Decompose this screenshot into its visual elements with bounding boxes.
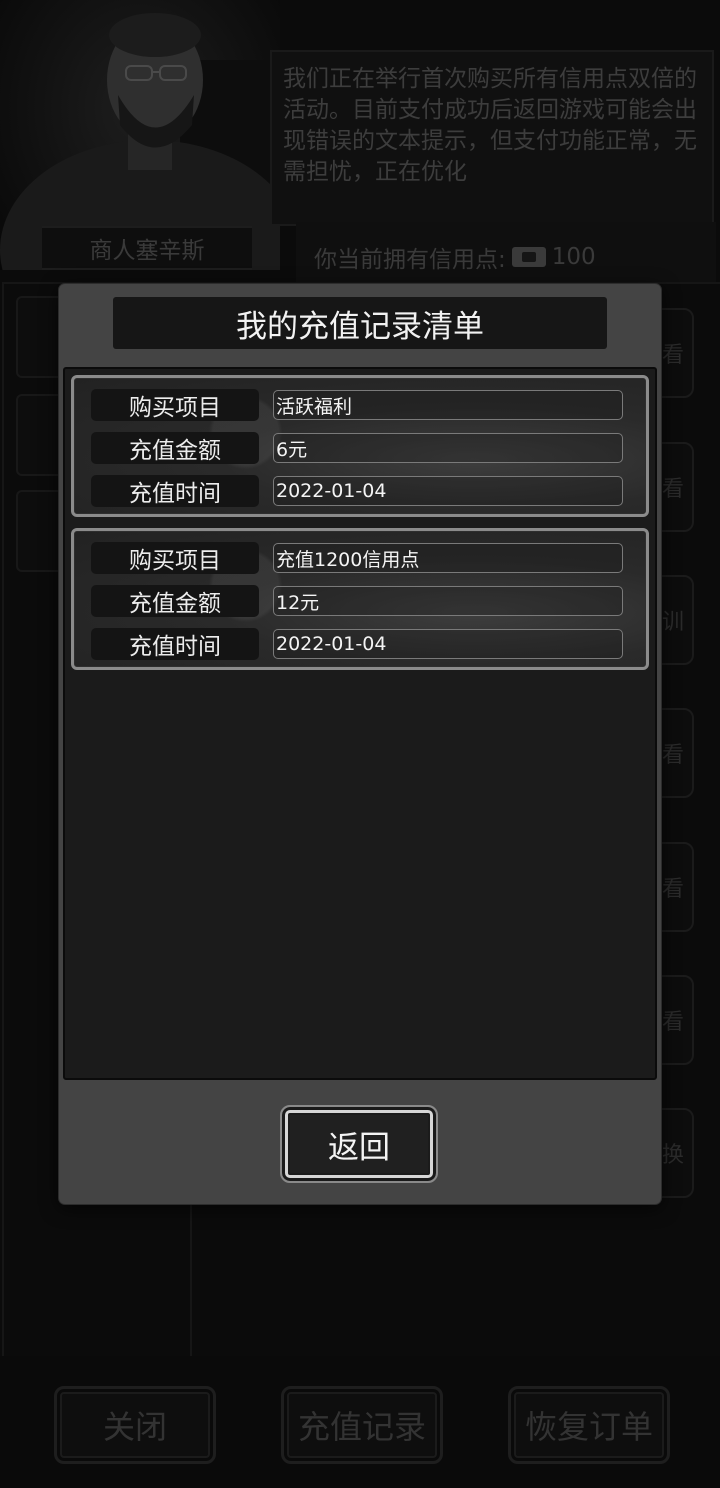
- amount-value: 12元: [273, 586, 623, 616]
- credits-value: 100: [551, 244, 596, 270]
- merchant-name: 商人塞辛斯: [42, 226, 252, 270]
- record-card: 购买项目 充值1200信用点 充值金额 12元 充值时间 2022-01-04: [71, 528, 649, 670]
- time-value: 2022-01-04: [273, 629, 623, 659]
- record-row-amount: 充值金额 12元: [91, 585, 631, 617]
- item-value: 充值1200信用点: [273, 543, 623, 573]
- time-label: 充值时间: [91, 475, 259, 507]
- record-row-amount: 充值金额 6元: [91, 432, 631, 464]
- cash-icon: [511, 247, 546, 267]
- recharge-records-button[interactable]: 充值记录: [281, 1386, 443, 1464]
- amount-value: 6元: [273, 433, 623, 463]
- close-button[interactable]: 关闭: [54, 1386, 216, 1464]
- time-label: 充值时间: [91, 628, 259, 660]
- record-row-time: 充值时间 2022-01-04: [91, 475, 631, 507]
- item-label: 购买项目: [91, 389, 259, 421]
- restore-order-button[interactable]: 恢复订单: [508, 1386, 670, 1464]
- recharge-records-dialog: 我的充值记录清单 购买项目 活跃福利 充值金额 6元 充值时间 2022-01-…: [59, 284, 661, 1204]
- record-row-item: 购买项目 活跃福利: [91, 389, 631, 421]
- time-value: 2022-01-04: [273, 476, 623, 506]
- record-row-time: 充值时间 2022-01-04: [91, 628, 631, 660]
- item-label: 购买项目: [91, 542, 259, 574]
- record-row-item: 购买项目 充值1200信用点: [91, 542, 631, 574]
- shop-screen: 商人塞辛斯 我们正在举行首次购买所有信用点双倍的活动。目前支付成功后返回游戏可能…: [0, 0, 720, 1488]
- records-list[interactable]: 购买项目 活跃福利 充值金额 6元 充值时间 2022-01-04 购买项目 充…: [63, 367, 657, 1080]
- item-value: 活跃福利: [273, 390, 623, 420]
- back-button[interactable]: 返回: [280, 1105, 438, 1183]
- record-card: 购买项目 活跃福利 充值金额 6元 充值时间 2022-01-04: [71, 375, 649, 517]
- amount-label: 充值金额: [91, 585, 259, 617]
- amount-label: 充值金额: [91, 432, 259, 464]
- credits-display: 你当前拥有信用点: 100: [314, 240, 596, 274]
- credits-label: 你当前拥有信用点:: [314, 247, 506, 273]
- merchant-dialog-text: 我们正在举行首次购买所有信用点双倍的活动。目前支付成功后返回游戏可能会出现错误的…: [283, 66, 697, 185]
- dialog-title: 我的充值记录清单: [113, 297, 607, 349]
